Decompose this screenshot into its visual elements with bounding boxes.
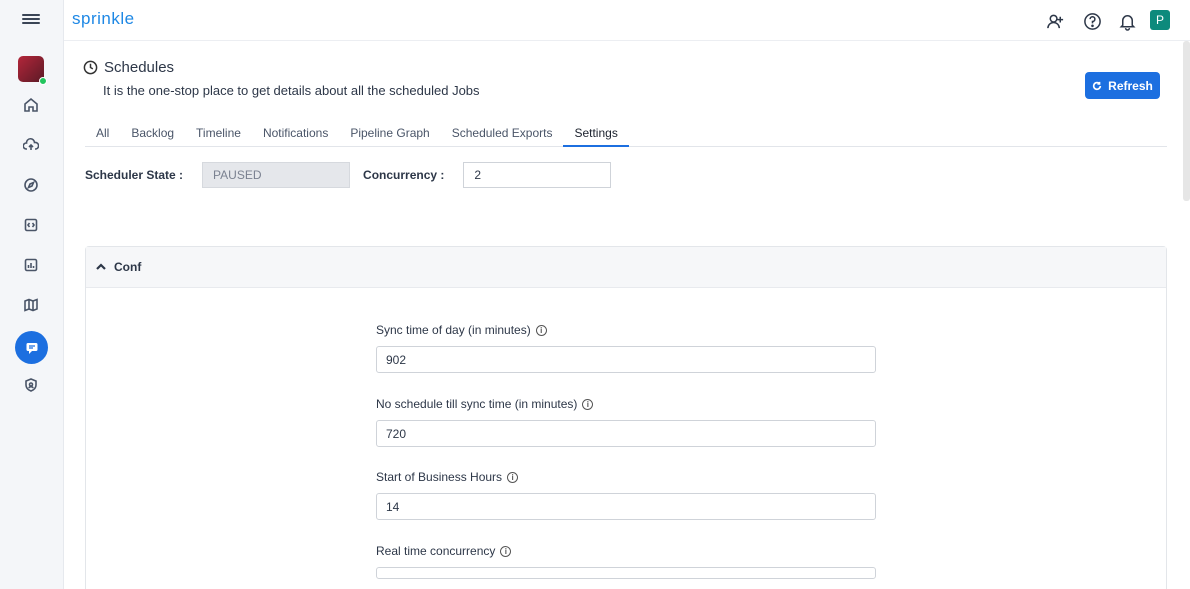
sidebar — [0, 0, 64, 589]
add-user-icon[interactable] — [1044, 10, 1066, 32]
business-hours-label: Start of Business Hours i — [376, 470, 876, 484]
info-icon[interactable]: i — [535, 324, 547, 336]
realtime-concurrency-input[interactable] — [376, 567, 876, 579]
concurrency-label: Concurrency : — [363, 168, 445, 182]
brand-logo[interactable]: sprinkle — [72, 9, 135, 29]
info-icon[interactable]: i — [500, 545, 512, 557]
clock-icon — [83, 60, 98, 75]
conf-panel: Conf Sync time of day (in minutes) i 902… — [85, 246, 1167, 589]
scheduler-state-label: Scheduler State : — [85, 168, 184, 182]
chat-icon[interactable] — [15, 331, 48, 364]
no-schedule-label: No schedule till sync time (in minutes) … — [376, 397, 876, 411]
no-schedule-label-text: No schedule till sync time (in minutes) — [376, 397, 578, 411]
business-hours-input[interactable]: 14 — [376, 493, 876, 520]
compass-icon[interactable] — [21, 175, 41, 195]
scheduler-settings-row: Scheduler State : PAUSED Concurrency : 2 — [85, 162, 612, 188]
refresh-icon — [1093, 81, 1102, 90]
cloud-upload-icon[interactable] — [21, 135, 41, 155]
info-icon[interactable]: i — [507, 471, 519, 483]
sync-time-group: Sync time of day (in minutes) i 902 — [376, 323, 876, 373]
page-header: Schedules — [83, 59, 174, 76]
tab-all[interactable]: All — [85, 119, 120, 147]
refresh-button[interactable]: Refresh — [1085, 72, 1160, 99]
sync-time-label: Sync time of day (in minutes) i — [376, 323, 876, 337]
no-schedule-group: No schedule till sync time (in minutes) … — [376, 397, 876, 447]
tab-bar: All Backlog Timeline Notifications Pipel… — [85, 119, 1167, 147]
realtime-concurrency-group: Real time concurrency i — [376, 544, 876, 579]
tab-pipeline-graph[interactable]: Pipeline Graph — [339, 119, 440, 147]
info-icon[interactable]: i — [582, 398, 594, 410]
chevron-up-icon — [96, 263, 106, 270]
code-icon[interactable] — [21, 215, 41, 235]
home-icon[interactable] — [21, 95, 41, 115]
page-subtitle: It is the one-stop place to get details … — [103, 83, 480, 98]
chart-icon[interactable] — [21, 255, 41, 275]
top-bar: sprinkle P — [64, 0, 1190, 41]
menu-icon[interactable] — [22, 12, 40, 28]
scheduler-state-field: PAUSED — [202, 162, 351, 188]
tab-notifications[interactable]: Notifications — [252, 119, 339, 147]
tab-scheduled-exports[interactable]: Scheduled Exports — [441, 119, 564, 147]
tab-settings[interactable]: Settings — [563, 119, 629, 147]
user-avatar[interactable]: P — [1150, 10, 1170, 30]
business-hours-group: Start of Business Hours i 14 — [376, 470, 876, 520]
realtime-concurrency-label-text: Real time concurrency — [376, 544, 496, 558]
scrollbar[interactable] — [1183, 41, 1190, 201]
no-schedule-input[interactable]: 720 — [376, 420, 876, 447]
conf-title: Conf — [114, 260, 142, 274]
business-hours-label-text: Start of Business Hours — [376, 470, 503, 484]
conf-panel-header[interactable]: Conf — [86, 247, 1166, 288]
page-title: Schedules — [104, 59, 175, 76]
tab-backlog[interactable]: Backlog — [120, 119, 185, 147]
bell-icon[interactable] — [1116, 10, 1138, 32]
online-status-dot — [39, 77, 47, 85]
map-icon[interactable] — [21, 295, 41, 315]
concurrency-input[interactable]: 2 — [463, 162, 612, 188]
shield-icon[interactable] — [21, 375, 41, 395]
workspace-avatar[interactable] — [18, 56, 47, 85]
main-content: Schedules It is the one-stop place to ge… — [64, 41, 1190, 589]
sync-time-label-text: Sync time of day (in minutes) — [376, 323, 531, 337]
sync-time-input[interactable]: 902 — [376, 346, 876, 373]
realtime-concurrency-label: Real time concurrency i — [376, 544, 876, 558]
tab-timeline[interactable]: Timeline — [185, 119, 252, 147]
help-icon[interactable] — [1081, 10, 1103, 32]
refresh-label: Refresh — [1108, 78, 1153, 93]
